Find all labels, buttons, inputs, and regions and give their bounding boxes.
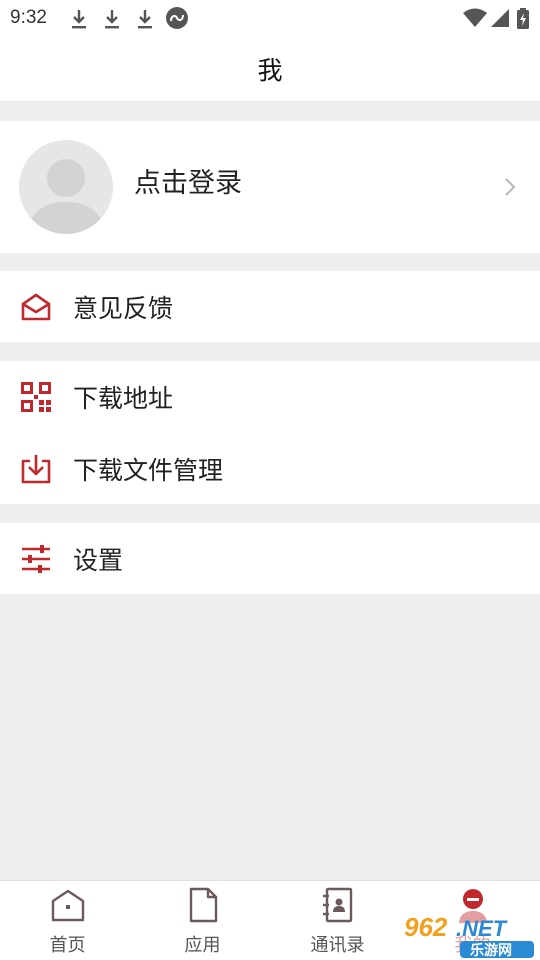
svg-text:.NET: .NET [456,916,508,941]
download-tray-icon [21,455,51,484]
watermark-logo: 962 .NET 乐游网 [400,910,538,959]
page-title: 我 [257,55,283,85]
download-notification-icon [105,10,119,29]
chevron-right-icon [505,178,516,196]
download-address-label: 下载地址 [73,384,174,413]
settings-label: 设置 [73,546,124,575]
sliders-settings-icon [22,545,50,573]
tab-contacts[interactable]: 通讯录 [270,881,405,960]
tab-home[interactable]: 首页 [0,881,135,960]
signal-icon [491,9,509,27]
tab-apps-label: 应用 [184,935,221,956]
wifi-icon [463,8,487,27]
tab-home-label: 首页 [49,935,86,956]
login-label: 点击登录 [134,168,242,199]
status-time: 9:32 [10,7,47,28]
document-icon [189,887,217,923]
app-notification-icon [166,7,188,29]
settings-item[interactable]: 设置 [0,523,540,594]
status-bar: 9:32 [0,0,540,36]
tab-contacts-label: 通讯录 [310,935,365,956]
feedback-section: 意见反馈 [0,271,540,342]
title-bar: 我 [0,36,540,102]
battery-icon [517,8,529,29]
download-notification-icon [138,10,152,29]
contacts-icon [322,887,352,923]
home-icon [51,889,84,922]
tab-apps[interactable]: 应用 [135,881,270,960]
settings-section: 设置 [0,523,540,594]
svg-text:乐游网: 乐游网 [470,942,512,959]
download-section: 下载地址 下载文件管理 [0,361,540,504]
download-notification-icon [72,10,86,29]
login-row[interactable]: 点击登录 [0,121,540,253]
mail-feedback-icon [21,293,51,321]
feedback-item[interactable]: 意见反馈 [0,271,540,342]
download-manager-label: 下载文件管理 [73,456,224,485]
download-manager-item[interactable]: 下载文件管理 [0,433,540,504]
avatar[interactable] [19,140,113,234]
svg-text:962: 962 [404,912,448,942]
qr-code-icon [21,382,51,412]
download-address-item[interactable]: 下载地址 [0,361,540,432]
feedback-label: 意见反馈 [73,294,174,323]
